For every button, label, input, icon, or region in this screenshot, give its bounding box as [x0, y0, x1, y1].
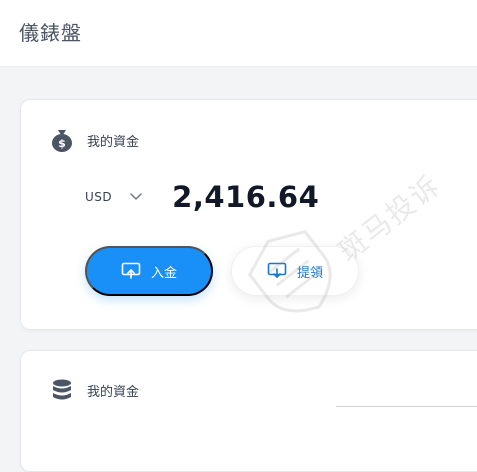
withdraw-label: 提領: [296, 265, 323, 281]
funds-card: $ 我的資金 USD 2,416.64 入金 提領: [20, 99, 477, 330]
card-header: 我的資金: [51, 378, 139, 402]
fund-actions: 入金 提領: [85, 246, 359, 296]
deposit-button[interactable]: 入金: [85, 246, 213, 296]
currency-code: USD: [85, 190, 113, 204]
chevron-down-icon: [128, 189, 144, 205]
currency-select[interactable]: USD: [85, 189, 144, 205]
top-bar: 儀錶盤: [0, 0, 477, 67]
balance-row: USD 2,416.64: [85, 180, 319, 214]
page-title: 儀錶盤: [19, 21, 82, 45]
withdraw-icon: [267, 261, 287, 281]
deposit-icon: [121, 261, 141, 281]
svg-text:$: $: [58, 137, 66, 150]
deposit-label: 入金: [150, 265, 177, 281]
balance-amount: 2,416.64: [172, 180, 320, 214]
funds-card-secondary: 我的資金: [20, 350, 477, 472]
withdraw-button[interactable]: 提領: [231, 246, 359, 296]
coin-stack-icon: [51, 378, 73, 402]
card-title: 我的資金: [87, 134, 140, 150]
money-bag-icon: $: [51, 128, 73, 152]
divider: [336, 406, 477, 407]
card-title: 我的資金: [87, 384, 140, 400]
card-header: $ 我的資金: [51, 128, 139, 152]
